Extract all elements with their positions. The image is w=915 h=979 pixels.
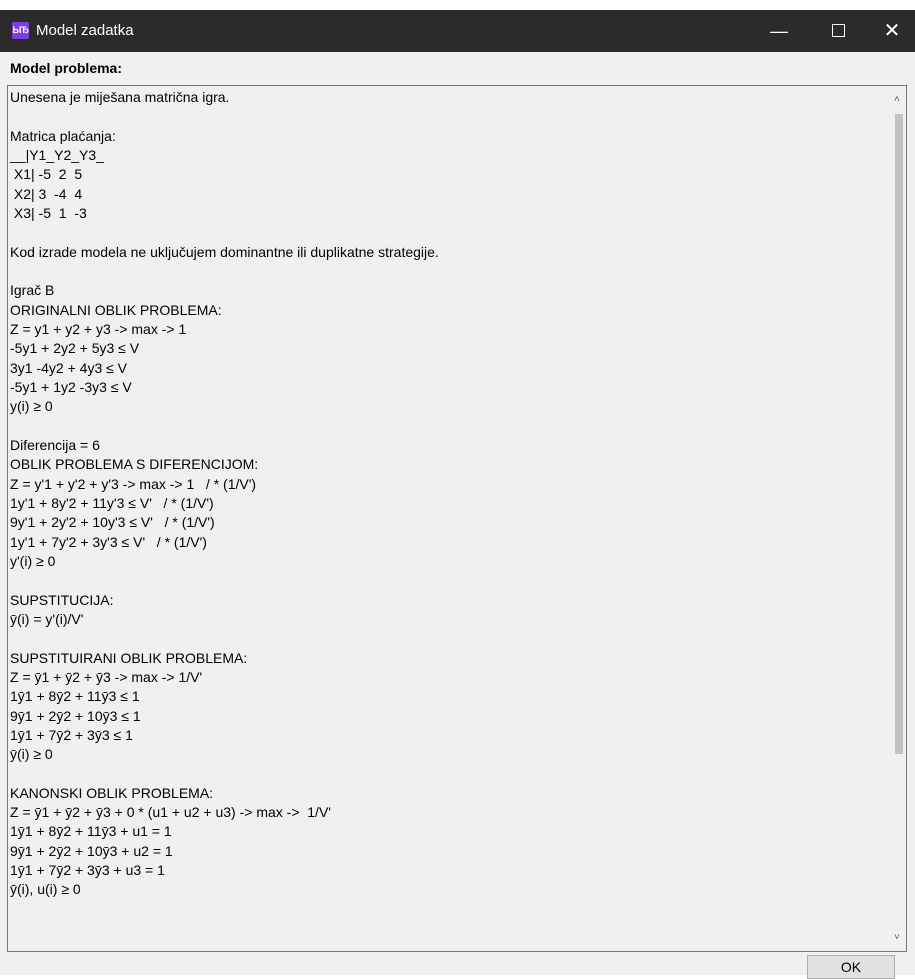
- ok-button[interactable]: OK: [807, 955, 895, 979]
- model-text-area[interactable]: Unesena je miješana matrična igra. Matri…: [7, 85, 907, 952]
- maximize-icon: [831, 24, 845, 38]
- model-dialog-window: ЫЂ Model zadatka — ✕ Model problema: Une…: [0, 10, 915, 979]
- close-icon: ✕: [883, 20, 901, 42]
- close-button[interactable]: ✕: [869, 10, 915, 52]
- vertical-scrollbar[interactable]: ˄ ˅: [892, 86, 906, 951]
- minimize-button[interactable]: —: [756, 10, 802, 52]
- window-title: Model zadatka: [36, 22, 134, 39]
- scroll-up-icon[interactable]: ˄: [894, 94, 900, 105]
- maximize-button[interactable]: [815, 10, 861, 52]
- scroll-down-icon[interactable]: ˅: [894, 932, 900, 943]
- title-bar[interactable]: ЫЂ Model zadatka — ✕: [0, 10, 915, 52]
- model-problem-label: Model problema:: [10, 60, 123, 76]
- scroll-thumb[interactable]: [895, 114, 903, 754]
- minimize-icon: —: [770, 21, 788, 41]
- model-text-content[interactable]: Unesena je miješana matrična igra. Matri…: [10, 88, 890, 900]
- app-icon: ЫЂ: [12, 22, 29, 39]
